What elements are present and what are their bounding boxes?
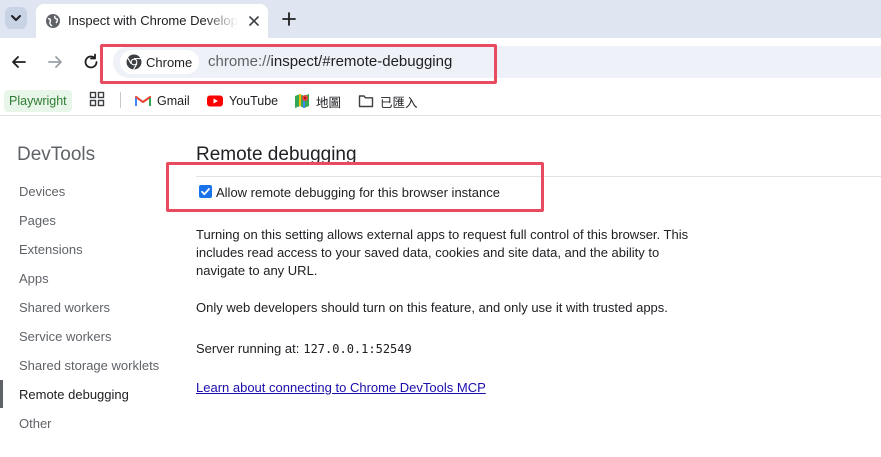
sidebar-item-pages[interactable]: Pages <box>19 213 56 228</box>
sidebar-item-remote-debugging[interactable]: Remote debugging <box>19 387 129 402</box>
learn-more-link[interactable]: Learn about connecting to Chrome DevTool… <box>196 380 486 395</box>
checkmark-icon <box>201 188 210 196</box>
close-icon[interactable] <box>247 14 261 28</box>
sidebar-item-service-workers[interactable]: Service workers <box>19 329 111 344</box>
advice-paragraph: Only web developers should turn on this … <box>196 300 668 315</box>
allow-remote-debugging-checkbox[interactable] <box>199 185 212 198</box>
back-arrow-icon[interactable] <box>9 52 29 72</box>
url-scheme: chrome:// <box>208 53 271 70</box>
gmail-icon <box>135 96 151 106</box>
sidebar-item-shared-workers[interactable]: Shared workers <box>19 300 110 315</box>
new-tab-icon[interactable] <box>279 9 299 29</box>
server-label: Server running at: <box>196 341 300 356</box>
sidebar-item-shared-storage-worklets[interactable]: Shared storage worklets <box>19 358 159 373</box>
server-address: 127.0.0.1:52549 <box>303 342 412 356</box>
apps-grid-icon[interactable] <box>89 91 105 107</box>
bookmarks-bar <box>0 86 881 116</box>
bookmark-playwright[interactable]: Playwright <box>4 90 72 112</box>
folder-icon <box>358 95 374 108</box>
forward-arrow-icon[interactable] <box>45 52 65 72</box>
url-path: inspect/#remote-debugging <box>270 53 453 70</box>
bookmarks-separator <box>120 92 121 108</box>
tab-search-button[interactable] <box>5 7 27 29</box>
site-info-chip[interactable]: Chrome <box>120 50 199 74</box>
sidebar-item-other[interactable]: Other <box>19 416 52 431</box>
active-indicator <box>0 380 3 408</box>
tab-title: Inspect with Chrome Developer Tools <box>68 13 238 28</box>
youtube-icon <box>207 95 223 107</box>
chevron-down-icon <box>11 15 21 21</box>
warning-paragraph: Turning on this setting allows external … <box>196 227 689 278</box>
maps-icon <box>295 94 309 108</box>
bookmark-label: YouTube <box>229 94 279 108</box>
reload-icon[interactable] <box>81 52 101 72</box>
checkbox-label[interactable]: Allow remote debugging for this browser … <box>216 185 500 200</box>
bookmark-label: Gmail <box>157 94 190 108</box>
sidebar-item-extensions[interactable]: Extensions <box>19 242 83 257</box>
globe-icon <box>46 14 60 28</box>
chrome-logo-icon <box>126 54 142 70</box>
sidebar-item-devices[interactable]: Devices <box>19 184 65 199</box>
page-title: Remote debugging <box>196 144 357 165</box>
bookmark-label: Playwright <box>9 94 67 108</box>
title-divider <box>196 176 881 177</box>
sidebar-title: DevTools <box>17 144 96 165</box>
bookmark-folder-imported[interactable]: 已匯入 <box>358 90 418 112</box>
active-tab[interactable]: Inspect with Chrome Developer Tools <box>36 4 268 38</box>
chip-label: Chrome <box>146 55 193 70</box>
url-text[interactable]: chrome://inspect/#remote-debugging <box>208 53 452 70</box>
sidebar-item-apps[interactable]: Apps <box>19 271 49 286</box>
bookmark-label: 地圖 <box>316 95 342 110</box>
bookmark-label: 已匯入 <box>380 95 418 110</box>
bookmark-youtube[interactable]: YouTube <box>207 90 278 112</box>
bookmark-gmail[interactable]: Gmail <box>135 90 190 112</box>
server-status: Server running at: 127.0.0.1:52549 <box>196 341 412 356</box>
bookmark-maps[interactable]: 地圖 <box>294 90 341 112</box>
